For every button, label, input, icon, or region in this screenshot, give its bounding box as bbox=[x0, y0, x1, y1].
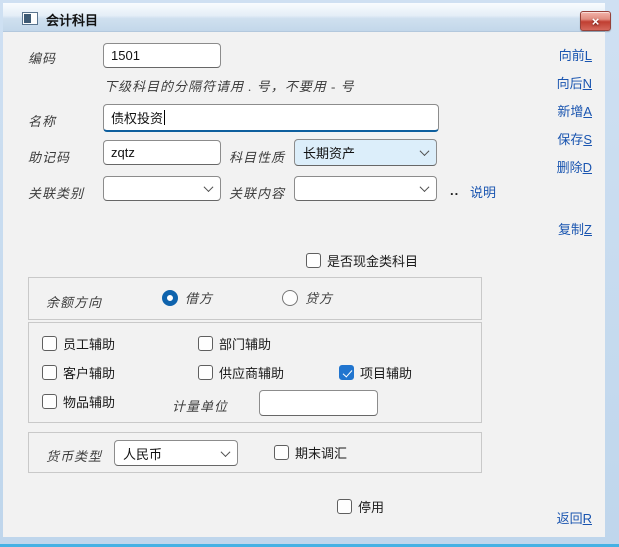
rel-category-select[interactable] bbox=[103, 176, 221, 201]
next-label: 向后 bbox=[557, 76, 583, 91]
code-label: 编码 bbox=[28, 48, 56, 67]
page-title: 会计科目 bbox=[46, 10, 98, 29]
next-key: N bbox=[583, 76, 592, 91]
checkbox-box bbox=[274, 445, 289, 460]
chevron-down-icon bbox=[221, 447, 231, 457]
disable-checkbox[interactable]: 停用 bbox=[337, 497, 384, 516]
project-aux-label: 项目辅助 bbox=[360, 363, 412, 382]
text-caret bbox=[164, 110, 165, 125]
checkbox-box bbox=[42, 336, 57, 351]
customer-aux-label: 客户辅助 bbox=[63, 363, 115, 382]
chevron-down-icon bbox=[420, 182, 430, 192]
delete-key: D bbox=[583, 160, 592, 175]
title-bar[interactable]: 会计科目 × bbox=[3, 3, 605, 32]
credit-radio[interactable]: 贷方 bbox=[282, 288, 333, 307]
accounting-subject-dialog: 会计科目 × 编码 下级科目的分隔符请用 . 号，不要用 - 号 名称 债权投资… bbox=[0, 0, 619, 547]
checkbox-box bbox=[198, 365, 213, 380]
item-aux-checkbox[interactable]: 物品辅助 bbox=[42, 392, 115, 411]
fx-adjust-checkbox[interactable]: 期末调汇 bbox=[274, 443, 347, 462]
prev-label: 向前 bbox=[559, 48, 585, 63]
back-key: R bbox=[583, 511, 592, 526]
copy-key: Z bbox=[584, 222, 592, 237]
customer-aux-checkbox[interactable]: 客户辅助 bbox=[42, 363, 115, 382]
next-button[interactable]: 向后N bbox=[557, 73, 592, 92]
prev-button[interactable]: 向前L bbox=[559, 45, 592, 64]
fx-adjust-label: 期末调汇 bbox=[295, 443, 347, 462]
disable-label: 停用 bbox=[358, 497, 384, 516]
unit-label: 计量单位 bbox=[172, 396, 228, 415]
department-aux-checkbox[interactable]: 部门辅助 bbox=[198, 334, 271, 353]
item-aux-label: 物品辅助 bbox=[63, 392, 115, 411]
copy-button[interactable]: 复制Z bbox=[558, 219, 592, 238]
supplier-aux-label: 供应商辅助 bbox=[219, 363, 284, 382]
debit-label: 借方 bbox=[185, 288, 213, 307]
currency-label: 货币类型 bbox=[46, 446, 102, 465]
prev-key: L bbox=[585, 48, 592, 63]
supplier-aux-checkbox[interactable]: 供应商辅助 bbox=[198, 363, 284, 382]
browse-dots[interactable]: .. bbox=[450, 183, 459, 198]
radio-unselected bbox=[282, 290, 298, 306]
nature-label: 科目性质 bbox=[229, 147, 285, 166]
name-input-value: 债权投资 bbox=[111, 108, 163, 127]
name-input[interactable]: 债权投资 bbox=[103, 104, 439, 132]
help-link[interactable]: 说明 bbox=[470, 182, 496, 201]
checkbox-box bbox=[337, 499, 352, 514]
cash-subject-checkbox[interactable]: 是否现金类科目 bbox=[306, 251, 418, 270]
nature-select-value: 长期资产 bbox=[303, 143, 421, 162]
project-aux-checkbox[interactable]: 项目辅助 bbox=[339, 363, 412, 382]
balance-direction-label: 余额方向 bbox=[46, 292, 102, 311]
close-button[interactable]: × bbox=[580, 11, 611, 31]
checkbox-box bbox=[306, 253, 321, 268]
checkbox-box bbox=[198, 336, 213, 351]
add-button[interactable]: 新增A bbox=[557, 101, 592, 120]
back-label: 返回 bbox=[557, 511, 583, 526]
window-icon bbox=[22, 12, 38, 25]
rel-content-label: 关联内容 bbox=[229, 183, 285, 202]
radio-selected bbox=[162, 290, 178, 306]
department-aux-label: 部门辅助 bbox=[219, 334, 271, 353]
copy-label: 复制 bbox=[558, 222, 584, 237]
chevron-down-icon bbox=[420, 146, 430, 156]
mnemonic-input[interactable] bbox=[103, 140, 221, 165]
save-label: 保存 bbox=[557, 132, 583, 147]
delete-button[interactable]: 删除D bbox=[557, 157, 592, 176]
delete-label: 删除 bbox=[557, 160, 583, 175]
checkbox-box bbox=[42, 365, 57, 380]
add-key: A bbox=[583, 104, 592, 119]
name-label: 名称 bbox=[28, 111, 56, 130]
cash-subject-label: 是否现金类科目 bbox=[327, 251, 418, 270]
rel-category-label: 关联类别 bbox=[28, 183, 84, 202]
add-label: 新增 bbox=[557, 104, 583, 119]
save-key: S bbox=[583, 132, 592, 147]
credit-label: 贷方 bbox=[305, 288, 333, 307]
employee-aux-checkbox[interactable]: 员工辅助 bbox=[42, 334, 115, 353]
mnemonic-label: 助记码 bbox=[28, 147, 70, 166]
code-hint: 下级科目的分隔符请用 . 号，不要用 - 号 bbox=[104, 76, 355, 95]
code-input[interactable] bbox=[103, 43, 221, 68]
save-button[interactable]: 保存S bbox=[557, 129, 592, 148]
unit-input[interactable] bbox=[259, 390, 378, 416]
currency-select-value: 人民币 bbox=[123, 444, 222, 463]
rel-content-select[interactable] bbox=[294, 176, 437, 201]
currency-select[interactable]: 人民币 bbox=[114, 440, 238, 466]
back-button[interactable]: 返回R bbox=[557, 508, 592, 527]
debit-radio[interactable]: 借方 bbox=[162, 288, 213, 307]
chevron-down-icon bbox=[204, 182, 214, 192]
checkbox-box-checked bbox=[339, 365, 354, 380]
nature-select[interactable]: 长期资产 bbox=[294, 139, 437, 166]
checkbox-box bbox=[42, 394, 57, 409]
employee-aux-label: 员工辅助 bbox=[63, 334, 115, 353]
